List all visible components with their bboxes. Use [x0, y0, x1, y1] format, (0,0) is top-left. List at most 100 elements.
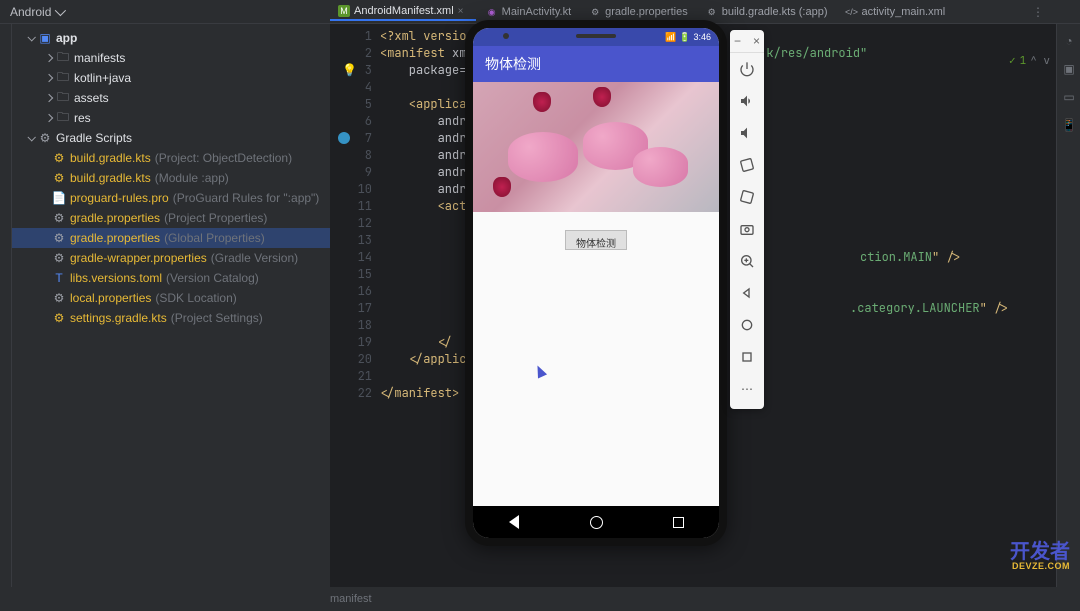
battery-icon: 🔋 — [679, 32, 690, 43]
check-icon: ✓ — [1009, 54, 1016, 68]
back-icon[interactable] — [730, 277, 764, 309]
tree-label: Gradle Scripts — [56, 131, 132, 145]
tab-manifest[interactable]: M AndroidManifest.xml × — [330, 3, 476, 21]
volume-down-icon[interactable] — [730, 117, 764, 149]
line-number: 10 — [330, 181, 372, 198]
left-tool-strip — [0, 24, 12, 587]
tree-assets[interactable]: 🗀 assets — [12, 88, 330, 108]
tree-file-build-project[interactable]: ⚙ build.gradle.kts (Project: ObjectDetec… — [12, 148, 330, 168]
tree-file-local-props[interactable]: ⚙ local.properties (SDK Location) — [12, 288, 330, 308]
line-number: 4 — [330, 79, 372, 96]
tree-hint: (Project: ObjectDetection) — [155, 151, 292, 165]
tree-file-build-app[interactable]: ⚙ build.gradle.kts (Module :app) — [12, 168, 330, 188]
tab-label: MainActivity.kt — [502, 6, 571, 18]
line-number: 8 — [330, 147, 372, 164]
folder-icon: 🗀 — [56, 111, 70, 125]
expand-icon — [27, 33, 35, 41]
line-number: 💡3 — [330, 62, 372, 79]
power-icon[interactable] — [730, 53, 764, 85]
tree-file-gradle-props-global[interactable]: ⚙ gradle.properties (Global Properties) — [12, 228, 330, 248]
close-icon[interactable]: × — [458, 6, 468, 16]
tree-label: kotlin+java — [74, 71, 131, 85]
device-manager-icon[interactable]: ▭ — [1058, 86, 1080, 108]
project-view-dropdown[interactable]: Android — [10, 5, 63, 19]
tree-label: proguard-rules.pro — [70, 191, 169, 205]
rotate-left-icon[interactable] — [730, 149, 764, 181]
notifications-icon[interactable]: ◔ — [1058, 30, 1080, 52]
nav-recent-button[interactable] — [671, 515, 685, 529]
screenshot-icon[interactable] — [730, 213, 764, 245]
tab-label: AndroidManifest.xml — [354, 5, 454, 17]
tree-hint: (Project Properties) — [164, 211, 267, 225]
expand-icon — [27, 133, 35, 141]
project-view-label: Android — [10, 5, 51, 19]
minimize-icon[interactable]: − — [734, 34, 741, 48]
gradle-kts-icon: ⚙ — [52, 171, 66, 185]
nav-home-button[interactable] — [589, 515, 603, 529]
volume-up-icon[interactable] — [730, 85, 764, 117]
more-icon[interactable]: ⋯ — [730, 373, 764, 405]
signal-icon: 📶 — [665, 32, 676, 43]
line-number: 7 — [330, 130, 372, 147]
emulator-screen[interactable]: 📶 🔋 3:46 物体检测 物体检测 — [473, 28, 719, 538]
tab-label: gradle.properties — [605, 6, 688, 18]
nav-back-button[interactable] — [507, 515, 521, 529]
gradle-panel-icon[interactable]: ▣ — [1058, 58, 1080, 80]
editor-gutter: 1 2 💡3 4 5 6 7 8 9 10 11 12 13 14 15 16 … — [330, 24, 380, 587]
folder-icon: 🗀 — [56, 91, 70, 105]
tab-build-gradle-app[interactable]: ⚙ build.gradle.kts (:app) — [698, 4, 836, 20]
tree-hint: (Module :app) — [155, 171, 229, 185]
tab-activity-main[interactable]: </> activity_main.xml — [837, 4, 953, 20]
tab-label: activity_main.xml — [861, 6, 945, 18]
home-icon[interactable] — [730, 309, 764, 341]
tree-manifests[interactable]: 🗀 manifests — [12, 48, 330, 68]
validation-indicator[interactable]: ✓ 1 ^ v — [1009, 54, 1050, 68]
status-time: 3:46 — [693, 32, 711, 42]
app-title: 物体检测 — [485, 54, 541, 74]
emulator-panel-icon[interactable]: 📱 — [1058, 114, 1080, 136]
zoom-icon[interactable] — [730, 245, 764, 277]
tree-hint: (Version Catalog) — [166, 271, 259, 285]
tree-file-wrapper-props[interactable]: ⚙ gradle-wrapper.properties (Gradle Vers… — [12, 248, 330, 268]
bulb-icon[interactable]: 💡 — [342, 62, 357, 79]
breadcrumb[interactable]: manifest — [330, 593, 372, 605]
tree-file-proguard[interactable]: 📄 proguard-rules.pro (ProGuard Rules for… — [12, 188, 330, 208]
tabs-more-icon[interactable]: ⋮ — [1026, 5, 1050, 19]
tree-app[interactable]: ▣ app — [12, 28, 330, 48]
watermark: 开发者 DEVZE.COM — [1010, 542, 1070, 571]
gradle-kts-icon: ⚙ — [52, 311, 66, 325]
kotlin-file-icon: ◉ — [486, 6, 498, 18]
chevron-down-icon — [55, 4, 66, 15]
project-tree: ▣ app 🗀 manifests 🗀 kotlin+java 🗀 assets… — [12, 24, 330, 587]
tab-mainactivity[interactable]: ◉ MainActivity.kt — [478, 4, 579, 20]
toml-icon: T — [52, 271, 66, 285]
line-number: 2 — [330, 45, 372, 62]
close-icon[interactable]: × — [753, 34, 760, 48]
gear-icon: ⚙ — [52, 251, 66, 265]
tree-label: libs.versions.toml — [70, 271, 162, 285]
tree-hint: (Project Settings) — [171, 311, 263, 325]
tree-label: res — [74, 111, 91, 125]
tree-kotlin-java[interactable]: 🗀 kotlin+java — [12, 68, 330, 88]
tree-file-libs-toml[interactable]: T libs.versions.toml (Version Catalog) — [12, 268, 330, 288]
folder-icon: 🗀 — [56, 51, 70, 65]
tab-gradle-properties[interactable]: ⚙ gradle.properties — [581, 4, 696, 20]
gear-icon: ⚙ — [52, 231, 66, 245]
line-number: 1 — [330, 28, 372, 45]
tree-label: assets — [74, 91, 109, 105]
rotate-right-icon[interactable] — [730, 181, 764, 213]
app-toolbar: 物体检测 — [473, 46, 719, 82]
tree-gradle-scripts[interactable]: ⚙ Gradle Scripts — [12, 128, 330, 148]
gear-icon: ⚙ — [589, 6, 601, 18]
tree-res[interactable]: 🗀 res — [12, 108, 330, 128]
overview-icon[interactable] — [730, 341, 764, 373]
info-gutter-icon[interactable] — [338, 132, 350, 144]
tree-label: gradle-wrapper.properties — [70, 251, 207, 265]
detect-button[interactable]: 物体检测 — [565, 230, 627, 250]
line-number: 20 — [330, 351, 372, 368]
tree-file-gradle-props[interactable]: ⚙ gradle.properties (Project Properties) — [12, 208, 330, 228]
line-number: 15 — [330, 266, 372, 283]
line-number: 5 — [330, 96, 372, 113]
gear-icon: ⚙ — [52, 211, 66, 225]
tree-file-settings[interactable]: ⚙ settings.gradle.kts (Project Settings) — [12, 308, 330, 328]
